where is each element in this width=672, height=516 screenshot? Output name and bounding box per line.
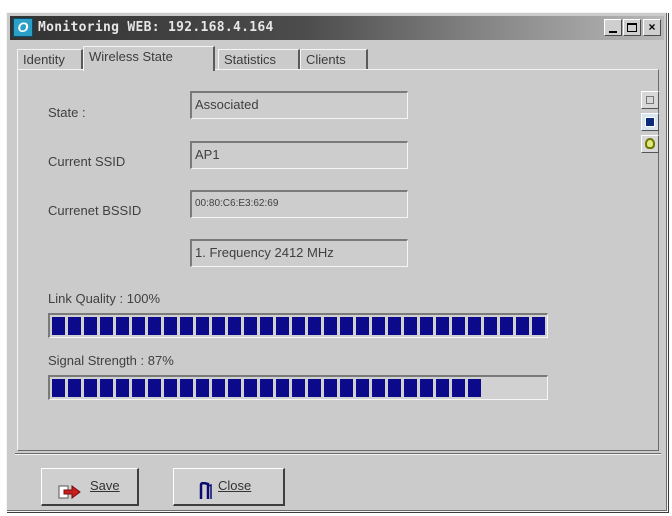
bulb-icon [645, 138, 655, 149]
ssid-field: AP1 [190, 141, 408, 169]
tab-statistics[interactable]: Statistics [218, 49, 300, 70]
link-quality-label: Link Quality : 100% [48, 291, 161, 306]
signal-strength-bar [48, 375, 548, 400]
window-title: Monitoring WEB: 192.168.4.164 [38, 20, 274, 35]
maximize-icon [627, 23, 637, 32]
signal-strength-bar-fill [52, 379, 483, 397]
wireless-state-panel: State : Associated Current SSID AP1 Curr… [17, 69, 659, 451]
side-button-window[interactable] [641, 91, 659, 109]
minimize-icon [609, 31, 617, 33]
minimize-button[interactable] [604, 19, 622, 36]
signal-strength-label: Signal Strength : 87% [48, 353, 174, 368]
state-label: State : [48, 105, 86, 120]
ssid-label: Current SSID [48, 154, 126, 169]
tab-wireless-state[interactable]: Wireless State [83, 46, 215, 71]
side-button-bulb[interactable] [641, 135, 659, 153]
title-bar[interactable]: O Monitoring WEB: 192.168.4.164 × [10, 16, 664, 40]
link-quality-bar-fill [52, 317, 547, 335]
stop-icon [646, 118, 654, 126]
divider [15, 453, 661, 455]
bssid-label: Currenet BSSID [48, 203, 142, 218]
door-exit-icon [198, 479, 214, 513]
save-button-label: Save [90, 478, 120, 493]
close-button[interactable]: Close [173, 468, 285, 506]
app-icon: O [13, 18, 33, 37]
state-field: Associated [190, 91, 408, 119]
channel-frequency-field: 1. Frequency 2412 MHz [190, 239, 408, 267]
save-arrow-icon [58, 479, 82, 513]
window-icon [646, 96, 654, 104]
maximize-button[interactable] [623, 19, 641, 36]
tab-identity[interactable]: Identity [17, 49, 83, 70]
close-window-button[interactable]: × [643, 19, 661, 36]
save-button[interactable]: Save [41, 468, 139, 506]
bssid-field: 00:80:C6:E3:62:69 [190, 190, 408, 218]
monitoring-window: O Monitoring WEB: 192.168.4.164 × Identi… [6, 12, 668, 512]
link-quality-bar [48, 313, 548, 338]
tab-clients[interactable]: Clients [300, 49, 368, 70]
close-button-label: Close [218, 478, 252, 493]
side-button-stop[interactable] [641, 113, 659, 131]
